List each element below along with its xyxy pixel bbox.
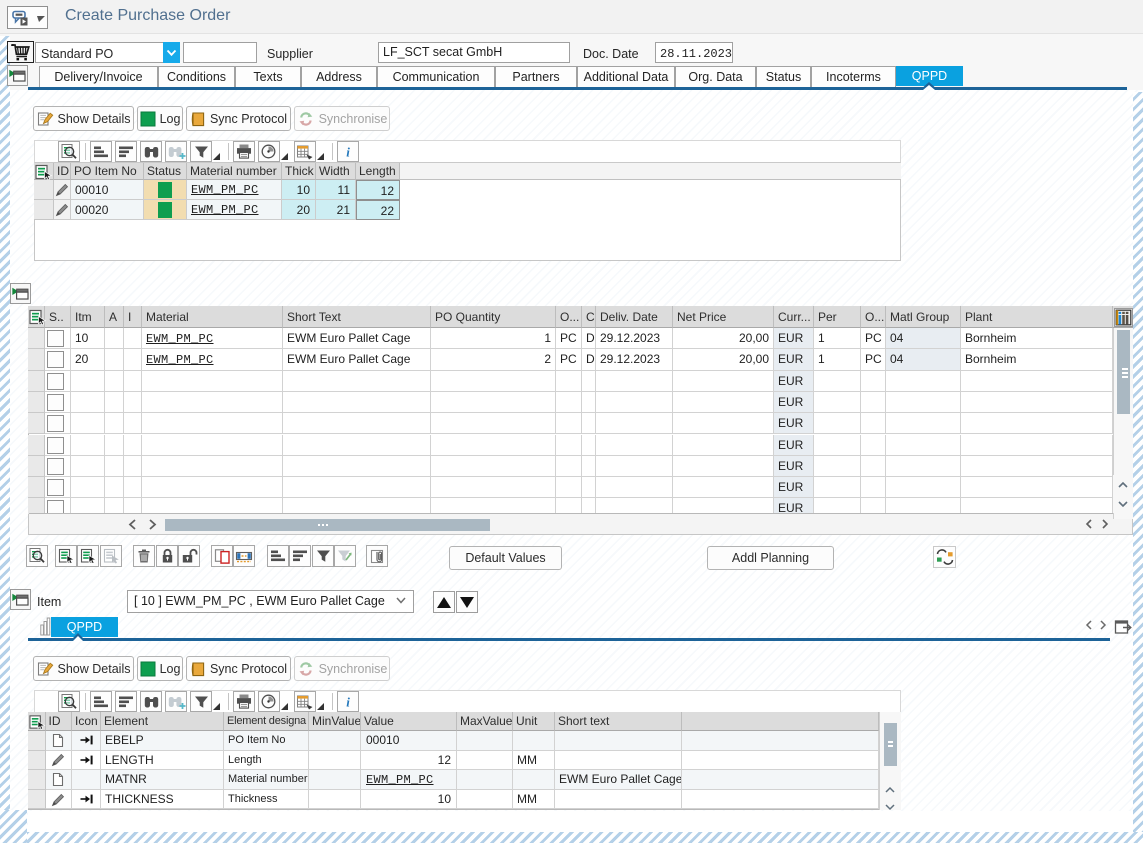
svg-text:i: i (346, 144, 350, 159)
svg-text:i: i (346, 694, 350, 709)
